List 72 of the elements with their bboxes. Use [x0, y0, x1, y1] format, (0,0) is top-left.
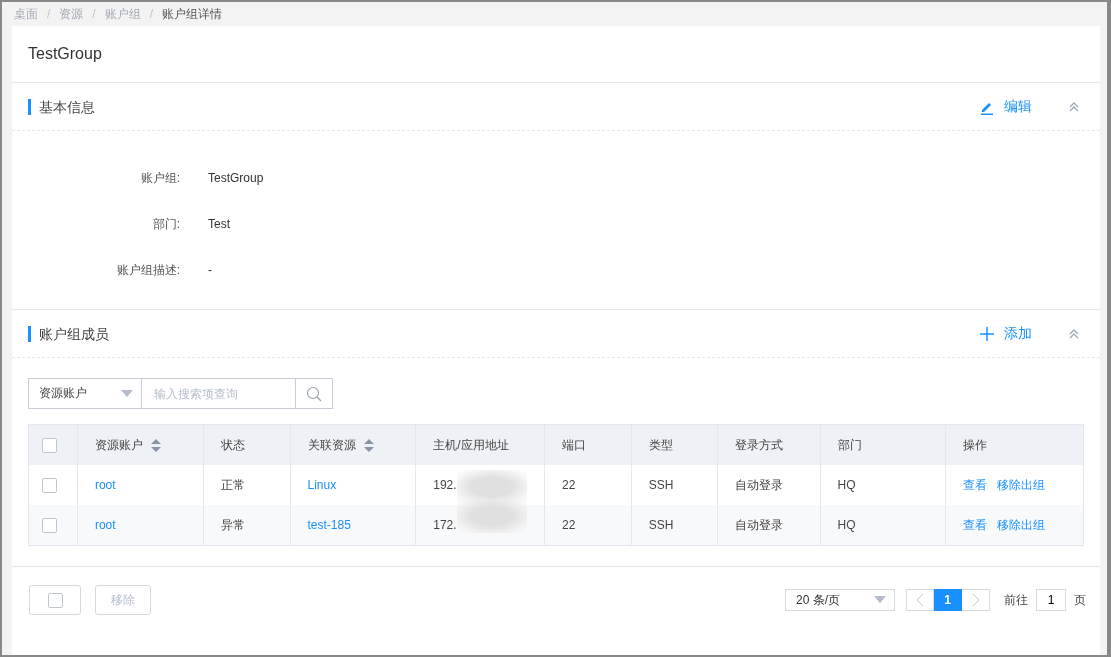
search-icon	[306, 385, 322, 402]
column-header: 类型	[648, 436, 673, 454]
column-header: 登录方式	[734, 436, 783, 454]
column-header: 资源账户	[94, 436, 143, 454]
breadcrumb-separator: /	[149, 7, 154, 21]
page-unit-label: 页	[1074, 591, 1086, 609]
select-all-button[interactable]	[29, 585, 81, 615]
table-link[interactable]: test-185	[307, 518, 351, 532]
table-link[interactable]: root	[94, 478, 116, 492]
field-value: TestGroup	[208, 171, 264, 185]
action-link[interactable]: 查看	[963, 476, 988, 494]
section-title: 账户组成员	[28, 325, 109, 342]
checkbox[interactable]	[42, 437, 57, 453]
page-size-dropdown[interactable]: 20 条/页	[785, 589, 895, 611]
table-cell: 正常	[220, 476, 245, 494]
next-page-button[interactable]	[962, 589, 990, 611]
table-cell: 异常	[220, 516, 245, 534]
edit-button[interactable]: 编辑	[979, 97, 1032, 116]
caret-icon	[121, 389, 133, 398]
sort-icon[interactable]	[363, 438, 374, 452]
action-link[interactable]: 查看	[963, 516, 988, 534]
action-link[interactable]: 移除出组	[997, 516, 1046, 534]
breadcrumb-link[interactable]: 账户组	[104, 5, 141, 23]
plus-icon	[979, 325, 995, 342]
field-value: -	[208, 263, 212, 277]
search-button[interactable]	[295, 378, 333, 409]
collapse-icon[interactable]	[1068, 100, 1080, 113]
chevron-right-icon	[971, 593, 980, 607]
table-cell: 自动登录	[734, 516, 783, 534]
table-cell: 172.	[433, 518, 457, 532]
breadcrumb-separator: /	[92, 7, 96, 21]
table-link[interactable]: root	[94, 518, 116, 532]
collapse-icon[interactable]	[1068, 327, 1080, 340]
field-label: 账户组描述:	[115, 261, 180, 279]
action-link[interactable]: 移除出组	[997, 476, 1046, 494]
table-cell: 自动登录	[734, 476, 783, 494]
page-input[interactable]: 1	[1036, 589, 1066, 611]
table-link[interactable]: Linux	[307, 478, 337, 492]
field-label: 账户组:	[139, 169, 180, 187]
checkbox[interactable]	[42, 517, 57, 533]
add-button[interactable]: 添加	[979, 324, 1032, 343]
field-value: Test	[208, 217, 230, 231]
table-cell: 22	[562, 518, 576, 532]
goto-label: 前往	[1004, 591, 1028, 609]
chevron-left-icon	[916, 593, 924, 607]
breadcrumb-link[interactable]: 资源	[59, 5, 84, 23]
redaction-blur	[457, 499, 528, 533]
page-button[interactable]: 1	[934, 589, 962, 611]
column-header: 端口	[562, 436, 586, 454]
breadcrumb-separator: /	[47, 7, 51, 21]
checkbox[interactable]	[47, 592, 63, 608]
table-cell: SSH	[648, 518, 674, 532]
table-cell: HQ	[837, 478, 856, 492]
search-field[interactable]: 输入搜索项查询	[142, 378, 295, 409]
column-header: 主机/应用地址	[433, 436, 509, 454]
column-header: 操作	[963, 436, 988, 454]
previous-page-button[interactable]	[906, 589, 934, 611]
filter-dropdown[interactable]: 资源账户	[28, 378, 142, 409]
sort-icon[interactable]	[150, 438, 161, 452]
caret-icon	[874, 596, 886, 604]
section-title: 基本信息	[28, 98, 95, 115]
field-label: 部门:	[151, 215, 180, 233]
column-header: 状态	[220, 436, 245, 454]
breadcrumb-link[interactable]: 桌面	[14, 5, 38, 23]
column-header: 关联资源	[307, 436, 356, 454]
table-cell: 192.	[433, 478, 457, 492]
page-title: TestGroup	[12, 26, 1100, 83]
table-cell: HQ	[837, 518, 856, 532]
column-header: 部门	[837, 436, 862, 454]
checkbox[interactable]	[42, 477, 57, 493]
table-cell: SSH	[648, 478, 674, 492]
table-cell: 22	[562, 478, 576, 492]
